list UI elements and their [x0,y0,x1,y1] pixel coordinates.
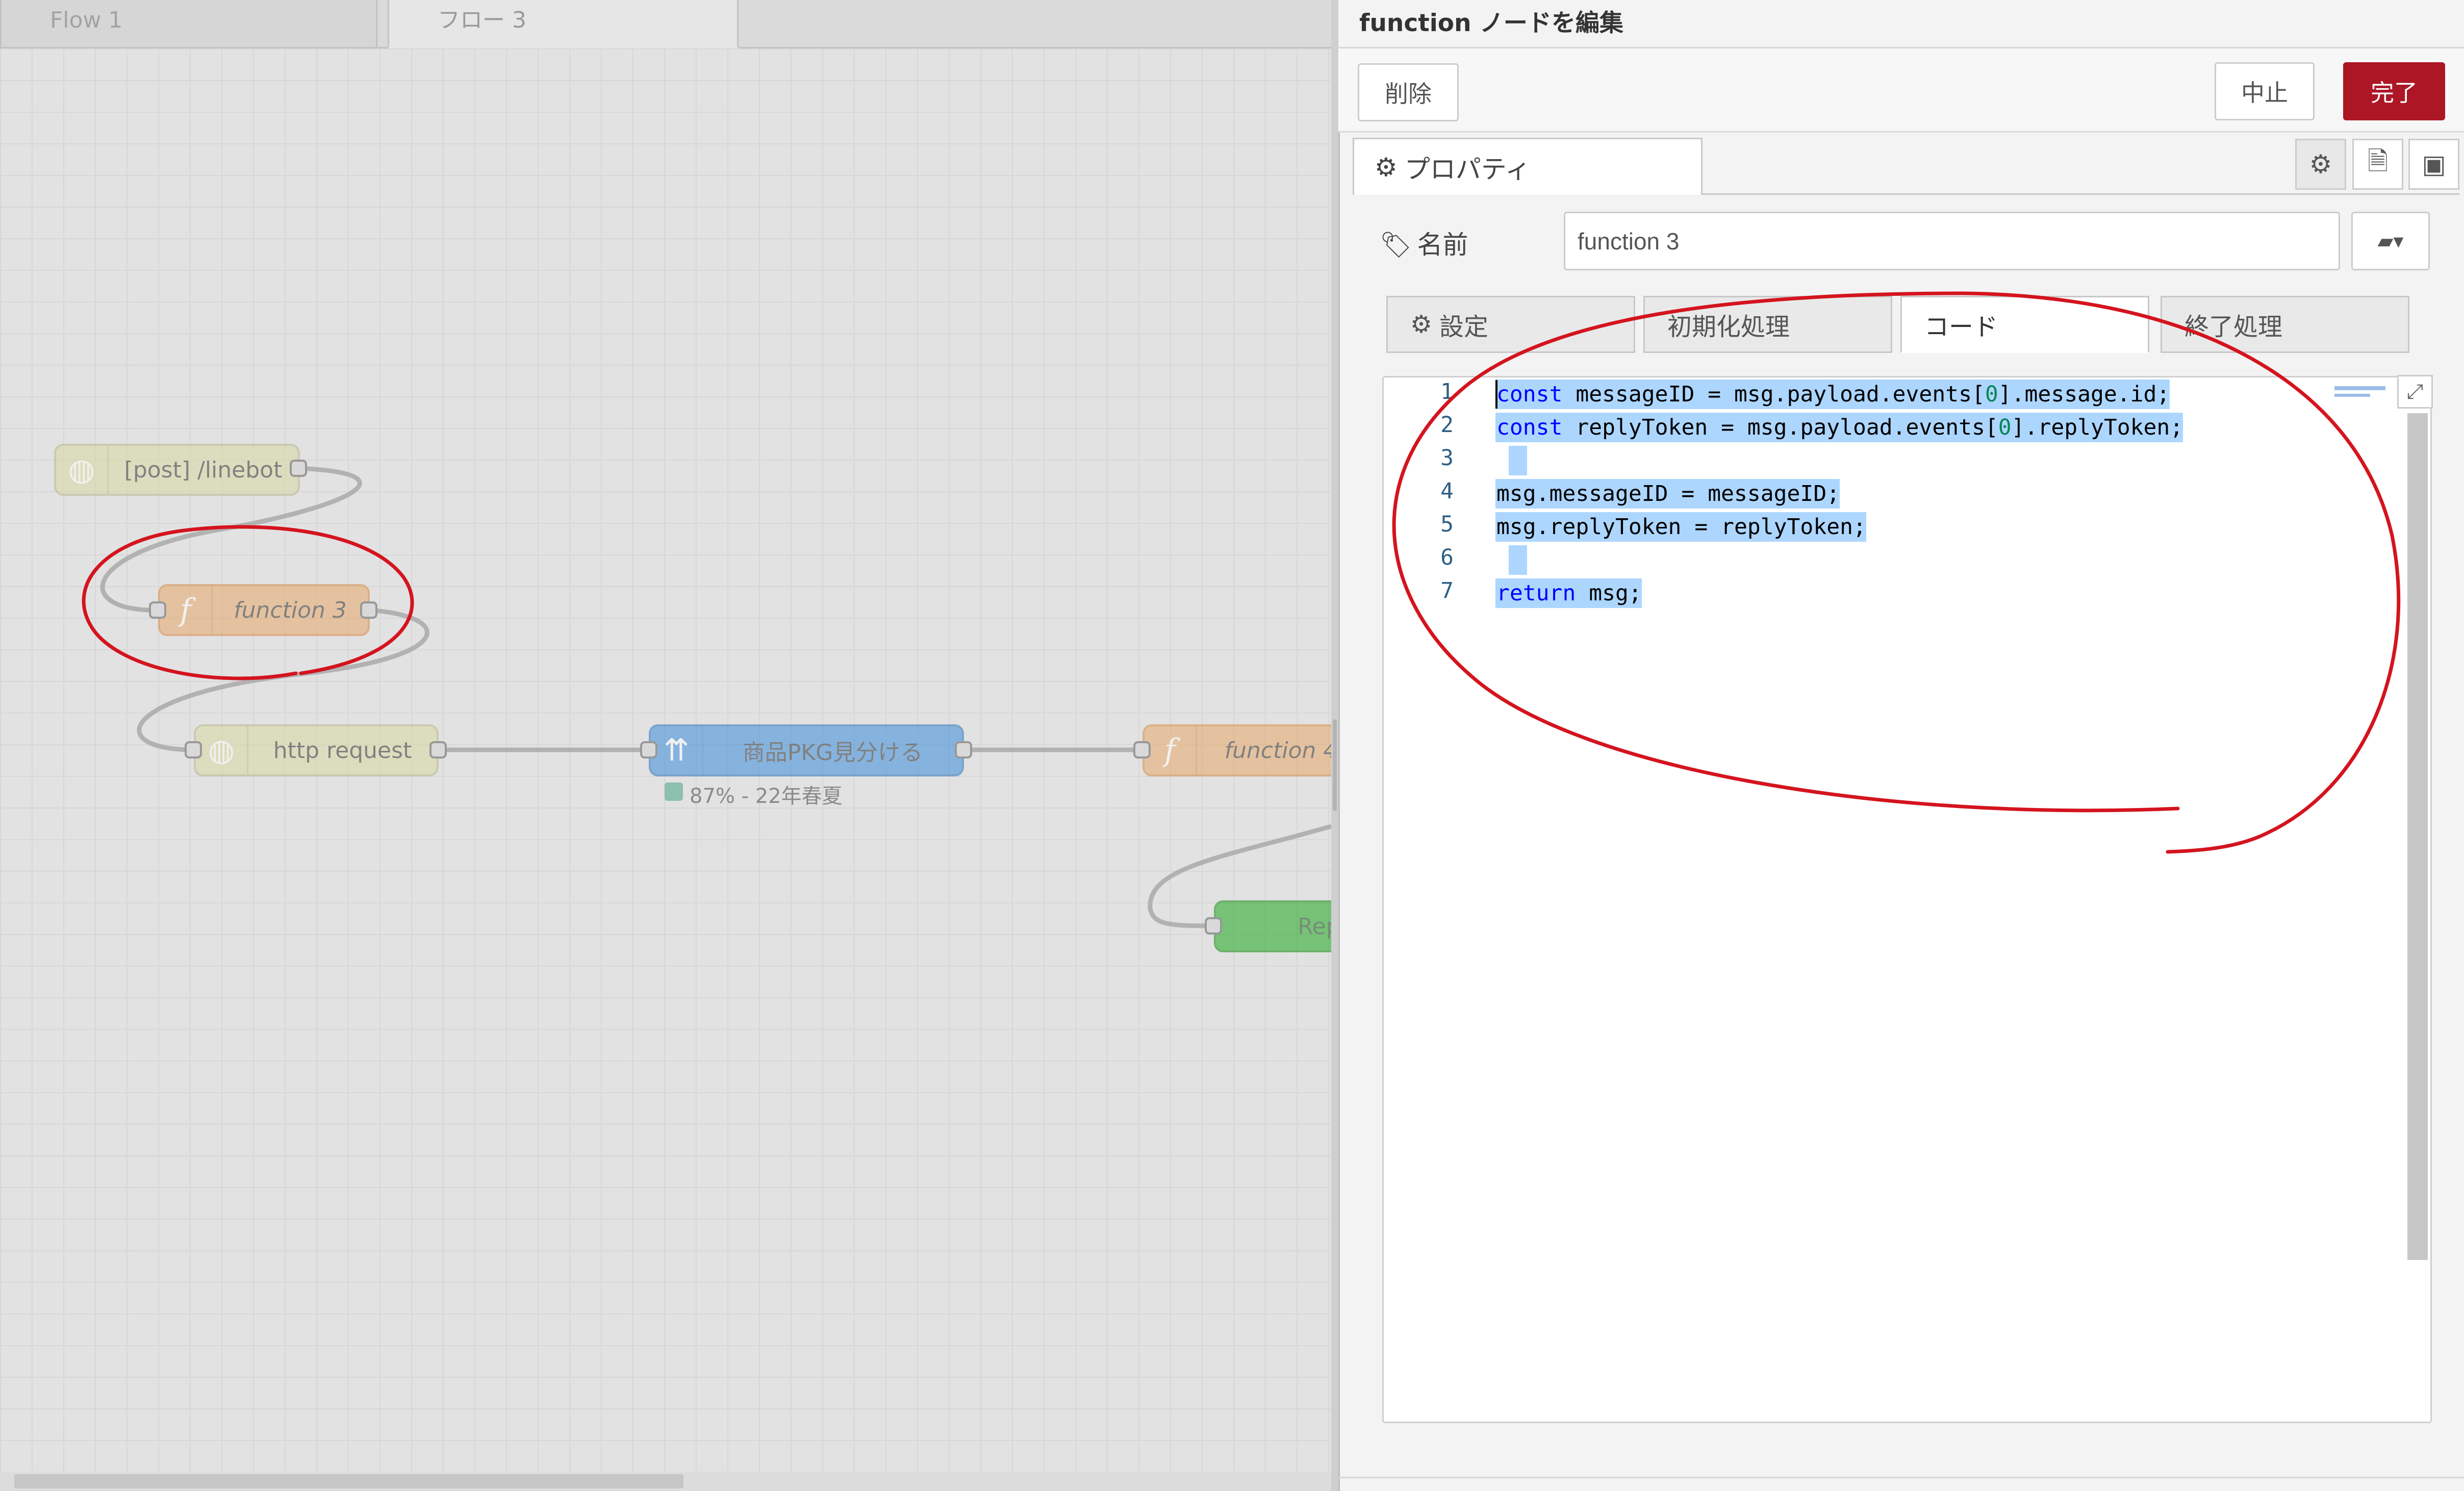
code-line: const replyToken = msg.payload.events[0]… [1495,413,2183,442]
line-number: 6 [1440,545,1454,570]
reply-input-port[interactable] [1205,917,1222,934]
function3-node-label: function 3 [234,597,347,623]
panel-footer-divider [1338,1477,2464,1478]
library-button[interactable]: ▰▾ [2351,212,2430,270]
line-number: 7 [1440,578,1454,603]
panel-title: function ノードを編集 [1359,9,1623,37]
panel-resize-handle[interactable] [1333,719,1337,811]
function-icon: f [1145,726,1197,774]
code-text: msg; [1576,580,1642,606]
function-icon: f [160,586,213,634]
http-in-output-port[interactable] [290,460,307,477]
appearance-tab-button[interactable]: ▣ [2408,139,2459,190]
function3-input-port[interactable] [149,601,166,619]
tag-icon: 🏷 [1380,230,1412,260]
code-text: replyToken = msg.payload.events[ [1562,415,1998,440]
code-text: ].message.id; [1998,382,2170,407]
tab-on-stop[interactable]: 終了処理 [2161,296,2409,353]
document-icon: 🗎 [2367,146,2389,176]
editor-minimap [2334,386,2385,390]
tab-on-message-label: コード [1924,313,1998,341]
tensorflow-icon: ⇈ [651,726,703,774]
canvas-scrollbar-thumb[interactable] [14,1474,683,1488]
editor-minimap-line [2334,394,2370,397]
gear-icon: ⚙ [1410,310,1433,339]
http-request-node-label: http request [273,737,412,764]
classifier-output-port[interactable] [955,741,972,759]
code-keyword: return [1496,580,1576,606]
http-request-input-port[interactable] [185,741,202,759]
tab-setup-label: 設定 [1439,313,1489,341]
code-line: return msg; [1495,578,1642,608]
gear-icon: ⚙ [2309,149,2332,179]
delete-button-label: 削除 [1385,80,1432,108]
expand-editor-button[interactable]: ⤢ [2397,375,2433,409]
delete-button[interactable]: 削除 [1358,63,1459,121]
text-cursor [1495,380,1497,409]
name-label-text: 名前 [1417,230,1468,260]
code-text: messageID = msg.payload.events[ [1562,382,1985,407]
classifier-input-port[interactable] [640,741,657,759]
name-input[interactable] [1564,212,2340,270]
code-text: msg.replyToken = replyToken; [1496,514,1866,540]
expand-icon: ⤢ [2407,380,2423,403]
editor-scrollbar[interactable] [2407,413,2428,1260]
classifier-status-text: 87% - 22年春夏 [690,785,843,808]
line-number: 1 [1440,379,1454,405]
frame-icon: ▣ [2422,149,2446,179]
line-number: 2 [1440,412,1454,438]
done-button-label: 完了 [2371,79,2418,107]
code-line [1509,446,1527,475]
status-indicator [665,782,683,801]
http-in-node-label: [post] /linebot [124,457,283,483]
tab-on-stop-label: 終了処理 [2184,313,2283,341]
tab-properties-label: プロパティ [1404,154,1531,184]
cancel-button-label: 中止 [2241,79,2288,107]
settings-tab-button[interactable]: ⚙ [2295,139,2346,190]
classifier-node-label: 商品PKG見分ける [742,740,923,766]
book-icon: ▰▾ [2377,229,2404,253]
description-tab-button[interactable]: 🗎 [2352,139,2403,190]
name-field-label: 🏷 名前 [1380,224,1468,261]
cancel-button[interactable]: 中止 [2215,62,2315,120]
classifier-node[interactable]: ⇈ 商品PKG見分ける [649,724,964,776]
code-keyword: const [1496,382,1563,407]
code-number: 0 [1998,415,2012,440]
http-request-node[interactable]: ◍ http request [194,724,439,776]
tab-properties[interactable]: ⚙ プロパティ [1353,138,1703,195]
code-line: const messageID = msg.payload.events[0].… [1495,380,2170,409]
code-line: msg.messageID = messageID; [1495,479,1840,509]
code-line [1509,545,1527,575]
function3-node[interactable]: f function 3 [158,584,370,636]
tab-on-start[interactable]: 初期化処理 [1643,296,1892,353]
http-in-node[interactable]: ◍ [post] /linebot [54,444,300,496]
gear-icon: ⚙ [1375,152,1398,182]
tab-setup[interactable]: ⚙ 設定 [1386,296,1635,353]
code-number: 0 [1985,382,1998,407]
function3-output-port[interactable] [360,601,377,619]
globe-icon: ◍ [56,446,109,494]
line-number: 3 [1440,445,1454,471]
done-button[interactable]: 完了 [2343,62,2445,120]
tab-on-message[interactable]: コード [1900,296,2149,353]
globe-icon: ◍ [196,726,248,774]
function4-input-port[interactable] [1133,741,1151,759]
line-number: 4 [1440,478,1454,504]
code-line: msg.replyToken = replyToken; [1495,512,1866,542]
code-text: ].replyToken; [2011,415,2183,440]
code-keyword: const [1496,415,1563,440]
line-number: 5 [1440,512,1454,537]
tab-on-start-label: 初期化処理 [1667,313,1790,341]
http-request-output-port[interactable] [429,741,447,759]
code-text: msg.messageID = messageID; [1496,481,1840,507]
